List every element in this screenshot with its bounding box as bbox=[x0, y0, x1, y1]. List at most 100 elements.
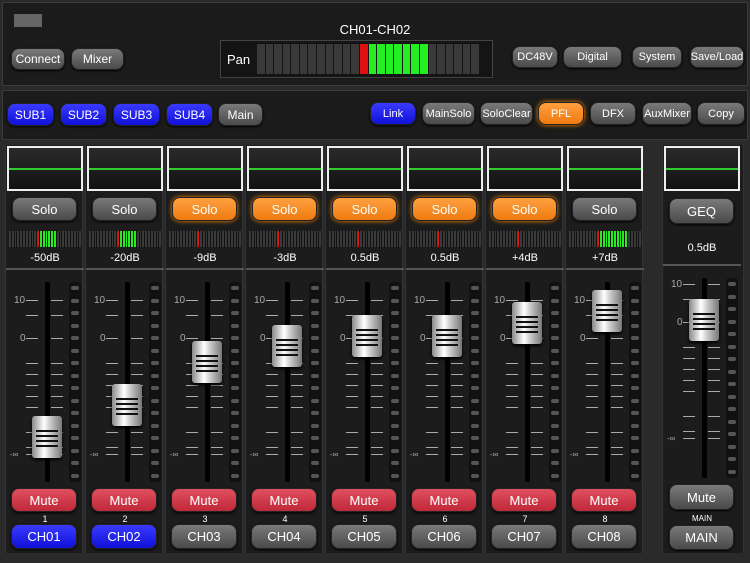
header-button-system[interactable]: System bbox=[632, 46, 682, 68]
channel-fader[interactable]: 10 0 -∞ bbox=[166, 268, 244, 486]
link-button[interactable]: Link bbox=[370, 102, 416, 125]
level-led-column bbox=[309, 282, 321, 482]
copy-button[interactable]: Copy bbox=[697, 102, 745, 125]
scale-tick bbox=[346, 407, 358, 408]
eq-display[interactable] bbox=[167, 146, 243, 191]
eq-display[interactable] bbox=[487, 146, 563, 191]
solo-button[interactable]: Solo bbox=[412, 197, 477, 221]
header-button-save-load[interactable]: Save/Load bbox=[690, 46, 744, 68]
scale-tick bbox=[451, 300, 463, 301]
bus-button-main[interactable]: Main bbox=[218, 103, 263, 126]
channel-name-button[interactable]: CH07 bbox=[491, 524, 557, 549]
channel-name-button[interactable]: CH04 bbox=[251, 524, 317, 549]
solo-button[interactable]: Solo bbox=[492, 197, 557, 221]
connect-button[interactable]: Connect bbox=[11, 48, 65, 70]
fader-knob[interactable] bbox=[689, 299, 719, 342]
scale-label: 10 bbox=[414, 295, 426, 306]
eq-display[interactable] bbox=[567, 146, 643, 191]
scale-tick bbox=[346, 396, 358, 397]
scale-tick bbox=[586, 396, 598, 397]
scale-label: 0 bbox=[580, 333, 586, 344]
main-mute-button[interactable]: Mute bbox=[669, 484, 734, 510]
mainsolo-button[interactable]: MainSolo bbox=[422, 102, 475, 125]
scale-tick bbox=[506, 300, 518, 301]
mute-button[interactable]: Mute bbox=[11, 488, 77, 512]
scale-tick bbox=[426, 300, 438, 301]
solo-button[interactable]: Solo bbox=[252, 197, 317, 221]
pan-segment bbox=[282, 44, 291, 74]
main-fader[interactable]: 10 0 -∞ bbox=[663, 264, 741, 486]
fader-knob[interactable] bbox=[512, 301, 542, 344]
header-button-digital[interactable]: Digital bbox=[563, 46, 622, 68]
channel-strip: Solo -3dB 10 0 -∞ Mute 4 CH04 bbox=[245, 145, 324, 553]
solo-button[interactable]: Solo bbox=[572, 197, 637, 221]
mute-button[interactable]: Mute bbox=[411, 488, 477, 512]
fader-knob[interactable] bbox=[272, 325, 302, 368]
mute-button[interactable]: Mute bbox=[171, 488, 237, 512]
mixer-button[interactable]: Mixer bbox=[71, 48, 124, 70]
channel-fader[interactable]: 10 0 -∞ bbox=[246, 268, 324, 486]
eq-display[interactable] bbox=[87, 146, 163, 191]
scale-tick bbox=[186, 300, 198, 301]
scale-tick bbox=[683, 358, 695, 359]
scale-tick bbox=[531, 300, 543, 301]
header-button-dc48v[interactable]: DC48V bbox=[512, 46, 558, 68]
channel-name-button[interactable]: CH05 bbox=[331, 524, 397, 549]
channel-name-button[interactable]: CH02 bbox=[91, 524, 157, 549]
soloclear-button[interactable]: SoloClear bbox=[480, 102, 533, 125]
bus-button-sub4[interactable]: SUB4 bbox=[166, 103, 213, 126]
channel-fader[interactable]: 10 0 -∞ bbox=[486, 268, 564, 486]
scale-tick bbox=[51, 300, 63, 301]
channel-fader[interactable]: 10 0 -∞ bbox=[6, 268, 84, 486]
mute-button[interactable]: Mute bbox=[491, 488, 557, 512]
mute-button[interactable]: Mute bbox=[251, 488, 317, 512]
fader-knob[interactable] bbox=[112, 384, 142, 426]
channel-name-button[interactable]: CH06 bbox=[411, 524, 477, 549]
scale-tick bbox=[266, 454, 278, 455]
bus-button-sub1[interactable]: SUB1 bbox=[7, 103, 54, 126]
pan-control[interactable]: Pan bbox=[220, 40, 493, 78]
eq-display[interactable] bbox=[7, 146, 83, 191]
channel-fader[interactable]: 10 0 -∞ bbox=[406, 268, 484, 486]
level-led-column bbox=[229, 282, 241, 482]
channel-name-button[interactable]: CH08 bbox=[571, 524, 637, 549]
pfl-button[interactable]: PFL bbox=[538, 102, 584, 125]
main-number: MAIN bbox=[692, 514, 712, 523]
scale-tick bbox=[531, 407, 543, 408]
scale-tick bbox=[371, 407, 383, 408]
solo-button[interactable]: Solo bbox=[12, 197, 77, 221]
fader-knob[interactable] bbox=[352, 315, 382, 358]
bus-button-sub3[interactable]: SUB3 bbox=[113, 103, 160, 126]
channel-name-button[interactable]: CH03 bbox=[171, 524, 237, 549]
fader-knob[interactable] bbox=[432, 315, 462, 358]
main-eq-display[interactable] bbox=[664, 146, 740, 191]
level-led-column bbox=[726, 278, 738, 478]
eq-display[interactable] bbox=[247, 146, 323, 191]
mute-button[interactable]: Mute bbox=[571, 488, 637, 512]
scale-tick bbox=[266, 396, 278, 397]
bus-button-sub2[interactable]: SUB2 bbox=[60, 103, 107, 126]
eq-display[interactable] bbox=[327, 146, 403, 191]
geq-button[interactable]: GEQ bbox=[669, 198, 734, 224]
fader-knob[interactable] bbox=[192, 341, 222, 384]
scale-tick bbox=[586, 407, 598, 408]
fader-knob[interactable] bbox=[32, 416, 62, 458]
pan-meter[interactable] bbox=[257, 44, 480, 74]
channel-fader[interactable]: 10 0 -∞ bbox=[566, 268, 644, 486]
scale-tick bbox=[611, 432, 623, 433]
eq-display[interactable] bbox=[407, 146, 483, 191]
mute-button[interactable]: Mute bbox=[331, 488, 397, 512]
mute-button[interactable]: Mute bbox=[91, 488, 157, 512]
dfx-button[interactable]: DFX bbox=[590, 102, 636, 125]
fader-knob[interactable] bbox=[592, 290, 622, 333]
scale-tick bbox=[106, 374, 118, 375]
main-name-button[interactable]: MAIN bbox=[669, 525, 734, 550]
channel-fader[interactable]: 10 0 -∞ bbox=[326, 268, 404, 486]
solo-button[interactable]: Solo bbox=[332, 197, 397, 221]
channel-name-button[interactable]: CH01 bbox=[11, 524, 77, 549]
solo-button[interactable]: Solo bbox=[172, 197, 237, 221]
auxmixer-button[interactable]: AuxMixer bbox=[642, 102, 692, 125]
channel-fader[interactable]: 10 0 -∞ bbox=[86, 268, 164, 486]
scale-tick bbox=[346, 300, 358, 301]
solo-button[interactable]: Solo bbox=[92, 197, 157, 221]
